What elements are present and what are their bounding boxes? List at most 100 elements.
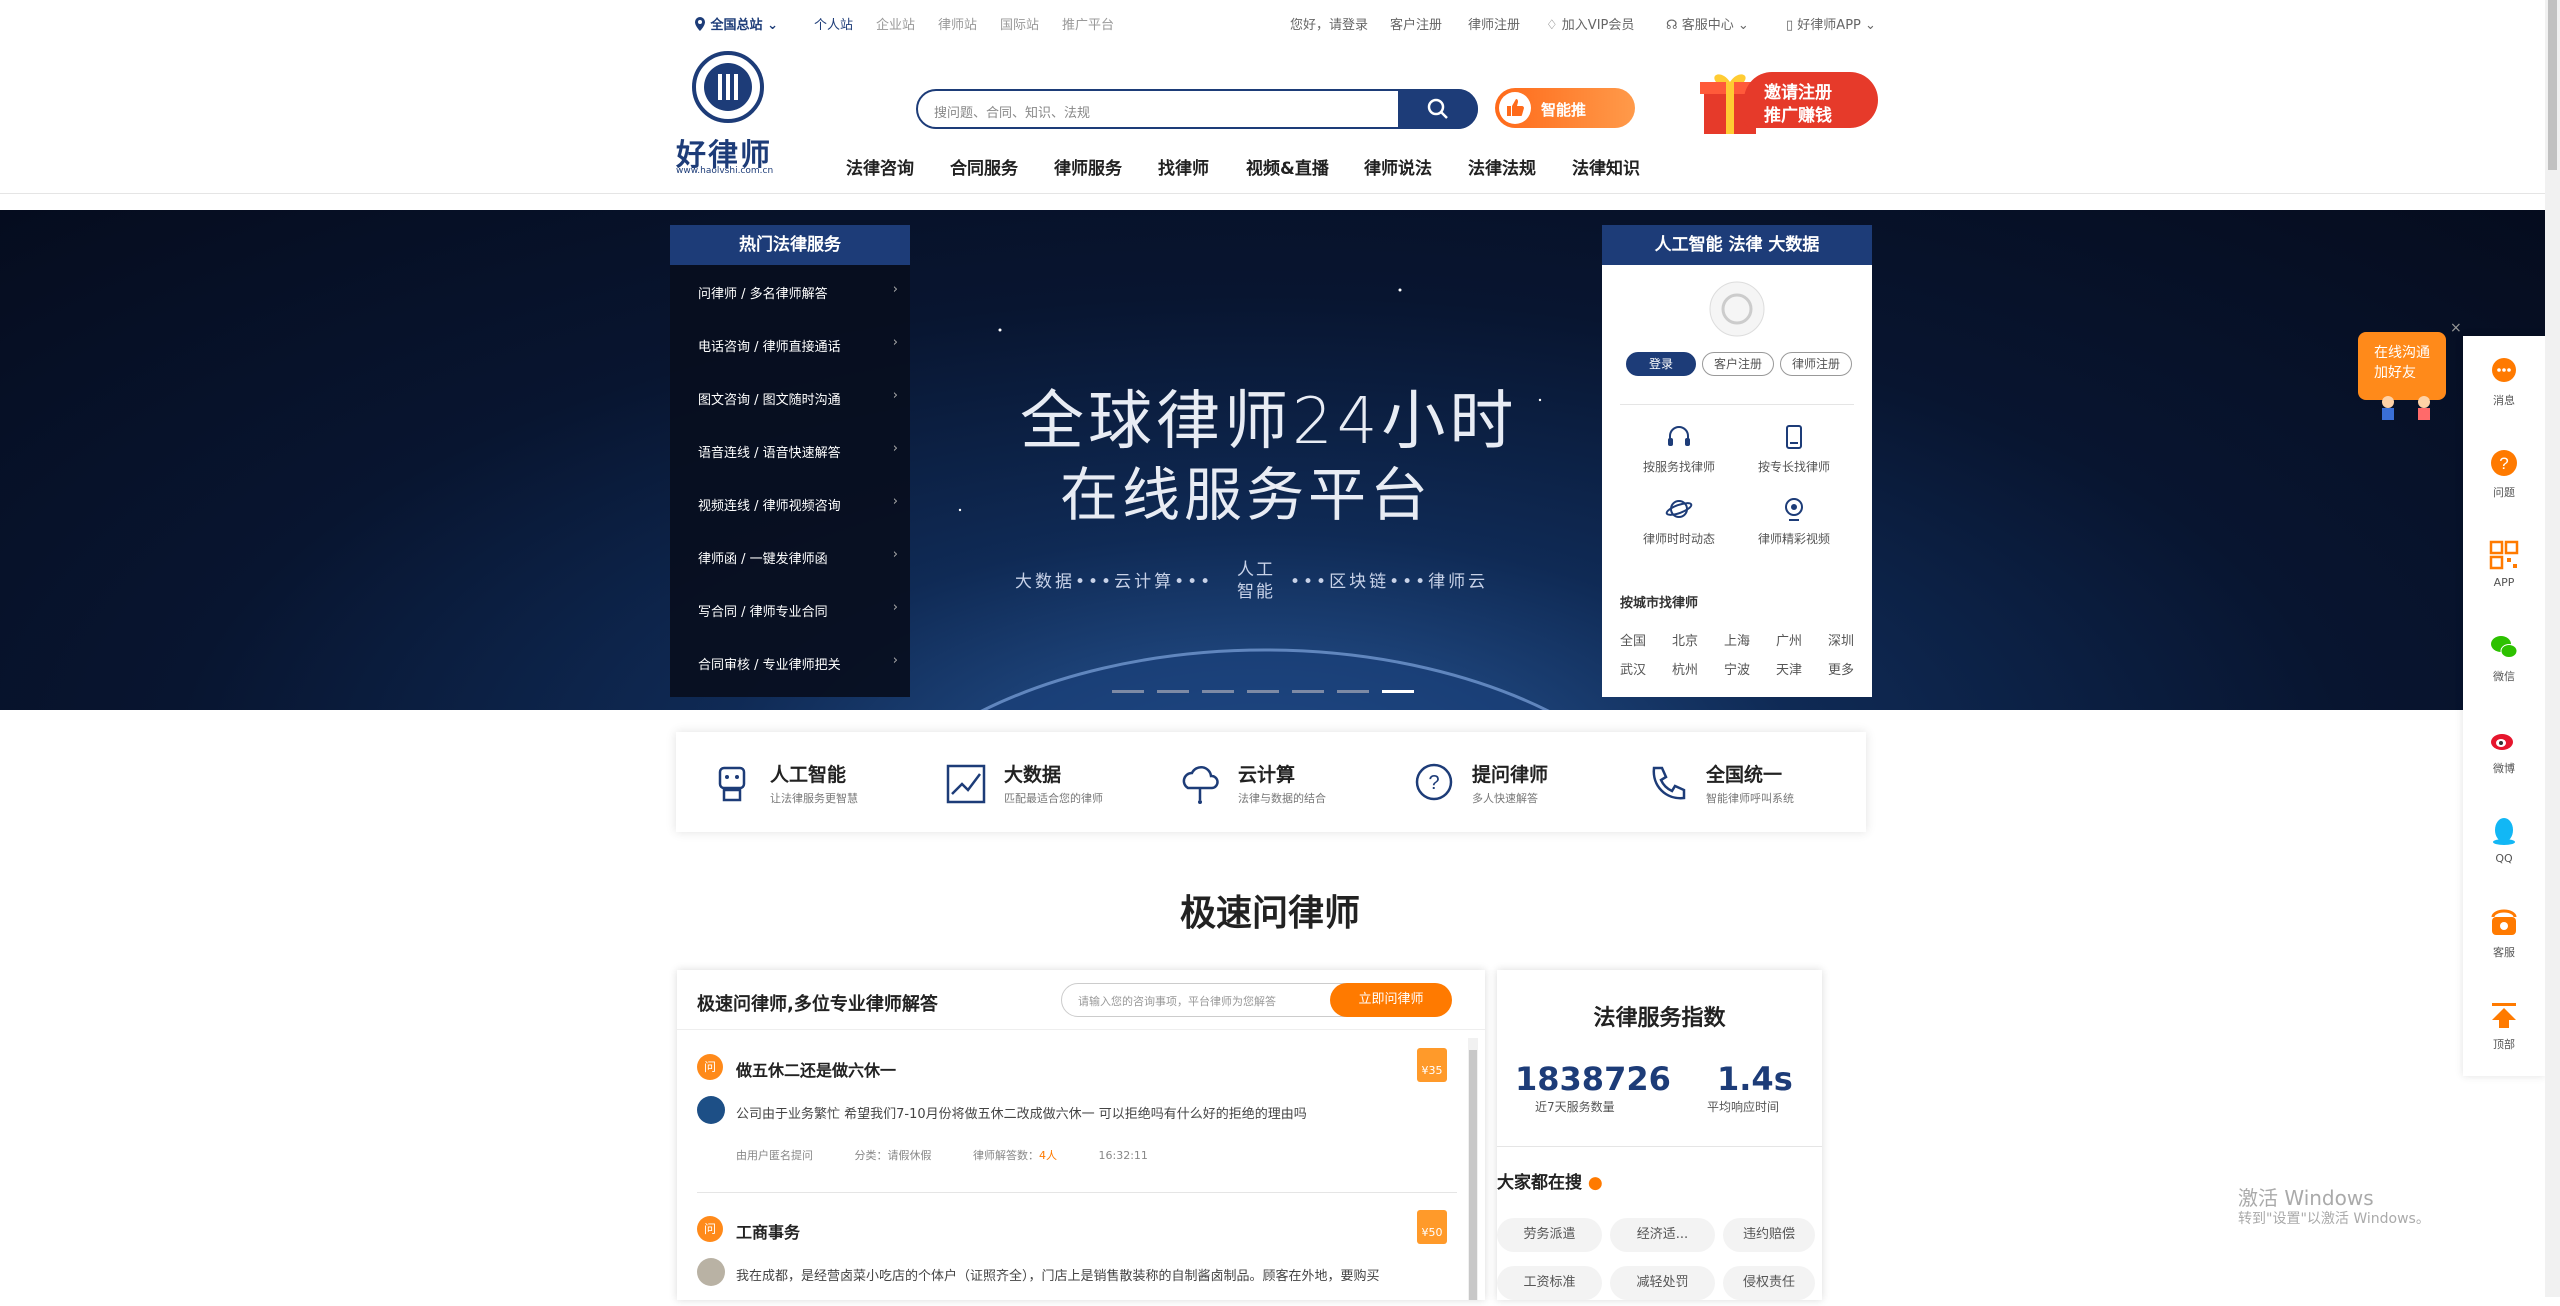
search-box: 搜问题、合同、知识、法规 [916,89,1478,129]
service-item-write-contract[interactable]: 写合同 / 律师专业合同 › [698,600,898,620]
hot-tag[interactable]: 经济适... [1610,1218,1715,1252]
city-link[interactable]: 宁波 [1724,659,1750,678]
sidebar-item-back-to-top[interactable]: 顶部 [2463,980,2545,1072]
nav-lawyer-talk[interactable]: 律师说法 [1364,154,1432,179]
service-item-ask-lawyer[interactable]: 问律师 / 多名律师解答 › [698,282,898,302]
online-chat-popup[interactable]: 在线沟通 加好友 × [2358,320,2462,422]
nav-video-live[interactable]: 视频&直播 [1246,154,1329,179]
service-index-title: 法律服务指数 [1593,1006,1726,1031]
sidebar-item-qq[interactable]: QQ [2463,796,2545,888]
service-item-review-contract[interactable]: 合同审核 / 专业律师把关 › [698,653,898,673]
carousel-dot[interactable] [1202,690,1234,693]
city-link[interactable]: 深圳 [1828,630,1854,649]
search-button[interactable] [1398,89,1478,129]
city-link[interactable]: 上海 [1724,630,1750,649]
site-link-lawyer[interactable]: 律师站 [938,14,977,33]
find-by-expertise[interactable]: 按专长找律师 [1744,423,1844,475]
service-item-video[interactable]: 视频连线 / 律师视频咨询 › [698,494,898,514]
nav-legal-consult[interactable]: 法律咨询 [846,154,914,179]
hot-tag[interactable]: 减轻处罚 [1610,1266,1715,1300]
site-logo[interactable]: 好律师 www.haolvshi.com.cn [676,50,781,180]
client-register-link[interactable]: 客户注册 [1390,14,1442,33]
lawyer-videos[interactable]: 律师精彩视频 [1744,495,1844,547]
sidebar-item-wechat[interactable]: 微信 [2463,612,2545,704]
city-link[interactable]: 广州 [1776,630,1802,649]
find-by-service[interactable]: 按服务找律师 [1629,423,1729,475]
sidebar-item-customer-service[interactable]: 客服 [2463,888,2545,980]
page-scrollbar[interactable] [2545,0,2560,1297]
hot-tag[interactable]: 工资标准 [1497,1266,1602,1300]
nav-lawyer-service[interactable]: 律师服务 [1054,154,1122,179]
carousel-dot[interactable] [1112,690,1144,693]
banner-keywords-left: 大数据•••云计算••• [1015,572,1214,592]
sidebar-item-question[interactable]: ? 问题 [2463,428,2545,520]
site-link-promotion[interactable]: 推广平台 [1062,14,1114,33]
hot-tag[interactable]: 违约赔偿 [1723,1218,1815,1252]
sidebar-item-app[interactable]: APP [2463,520,2545,612]
question-item[interactable]: 问 做五休二还是做六休一 ¥35 公司由于业务繁忙 希望我们7-10月份将做五休… [677,1048,1457,1204]
hot-tag[interactable]: 侵权责任 [1723,1266,1815,1300]
vip-link[interactable]: ♢ 加入VIP会员 [1546,14,1634,33]
question-input[interactable]: 请输入您的咨询事项，平台律师为您解答 立即问律师 [1061,983,1452,1017]
feature-subtitle: 智能律师呼叫系统 [1706,792,1794,805]
service-count: 1838726 [1515,1060,1671,1098]
nav-find-lawyer[interactable]: 找律师 [1158,154,1209,179]
invite-promo-banner[interactable]: 邀请注册 推广赚钱 [1700,64,1880,140]
ask-lawyer-button[interactable]: 立即问律师 [1330,983,1452,1017]
question-item[interactable]: 问 工商事务 ¥50 我在成都，是经营卤菜小吃店的个体户（证照齐全），门店上是销… [677,1210,1457,1306]
service-item-text[interactable]: 图文咨询 / 图文随时沟通 › [698,388,898,408]
lawyer-register-link[interactable]: 律师注册 [1468,14,1520,33]
service-item-voice[interactable]: 语音连线 / 语音快速解答 › [698,441,898,461]
scrollbar-thumb[interactable] [2548,0,2557,170]
people-illustration-icon [2382,396,2430,420]
service-item-phone[interactable]: 电话咨询 / 律师直接通话 › [698,335,898,355]
site-link-personal[interactable]: 个人站 [814,14,853,33]
nav-laws[interactable]: 法律法规 [1468,154,1536,179]
carousel-dot[interactable] [1292,690,1324,693]
login-link[interactable]: 您好，请登录 [1290,14,1368,33]
client-register-button[interactable]: 客户注册 [1702,352,1774,376]
reward-badge: ¥50 [1417,1210,1447,1244]
lawyer-updates[interactable]: 律师时时动态 [1629,495,1729,547]
service-item-label: 问律师 / 多名律师解答 [698,287,828,302]
service-item-label: 合同审核 / 专业律师把关 [698,658,841,673]
login-button[interactable]: 登录 [1626,352,1696,376]
site-link-international[interactable]: 国际站 [1000,14,1039,33]
phone-call-icon [1652,766,1686,800]
city-link[interactable]: 全国 [1620,630,1646,649]
quick-ask-panel: 极速问律师,多位专业律师解答 请输入您的咨询事项，平台律师为您解答 立即问律师 … [677,970,1485,1300]
promo-ribbon: 邀请注册 推广赚钱 [1744,72,1878,128]
location-selector[interactable]: 全国总站 ⌄ [694,14,778,33]
find-by-service-label: 按服务找律师 [1642,460,1715,474]
smart-recommend-button[interactable]: 智能推 [1495,88,1635,128]
city-link[interactable]: 天津 [1776,659,1802,678]
service-item-letter[interactable]: 律师函 / 一键发律师函 › [698,547,898,567]
question-title[interactable]: 做五休二还是做六休一 [736,1057,896,1081]
search-input[interactable]: 搜问题、合同、知识、法规 [934,102,1090,121]
carousel-dot-active[interactable] [1382,690,1414,693]
sidebar-item-message[interactable]: 消息 [2463,336,2545,428]
sidebar-label: APP [2493,576,2515,589]
close-icon[interactable]: × [2450,320,2462,336]
service-center-dropdown[interactable]: ☊ 客服中心 ⌄ [1666,14,1749,33]
carousel-dot[interactable] [1247,690,1279,693]
section-title: 极速问律师 [1180,893,1361,934]
search-icon [1427,98,1448,119]
city-more-link[interactable]: 更多 [1828,659,1854,678]
site-link-enterprise[interactable]: 企业站 [876,14,915,33]
city-link[interactable]: 杭州 [1672,659,1698,678]
scrollbar[interactable] [1468,1038,1478,1300]
carousel-dot[interactable] [1337,690,1369,693]
nav-legal-knowledge[interactable]: 法律知识 [1572,154,1640,179]
city-link[interactable]: 武汉 [1620,659,1646,678]
city-link[interactable]: 北京 [1672,630,1698,649]
nav-contract-service[interactable]: 合同服务 [950,154,1018,179]
diamond-icon: ♢ [1546,18,1558,33]
hot-tag[interactable]: 劳务派遣 [1497,1218,1602,1252]
lawyer-register-button[interactable]: 律师注册 [1780,352,1852,376]
carousel-dot[interactable] [1157,690,1189,693]
question-title[interactable]: 工商事务 [736,1219,800,1243]
app-dropdown[interactable]: ▯ 好律师APP ⌄ [1786,14,1876,33]
sidebar-item-weibo[interactable]: 微博 [2463,704,2545,796]
sidebar-label: QQ [2495,852,2513,865]
